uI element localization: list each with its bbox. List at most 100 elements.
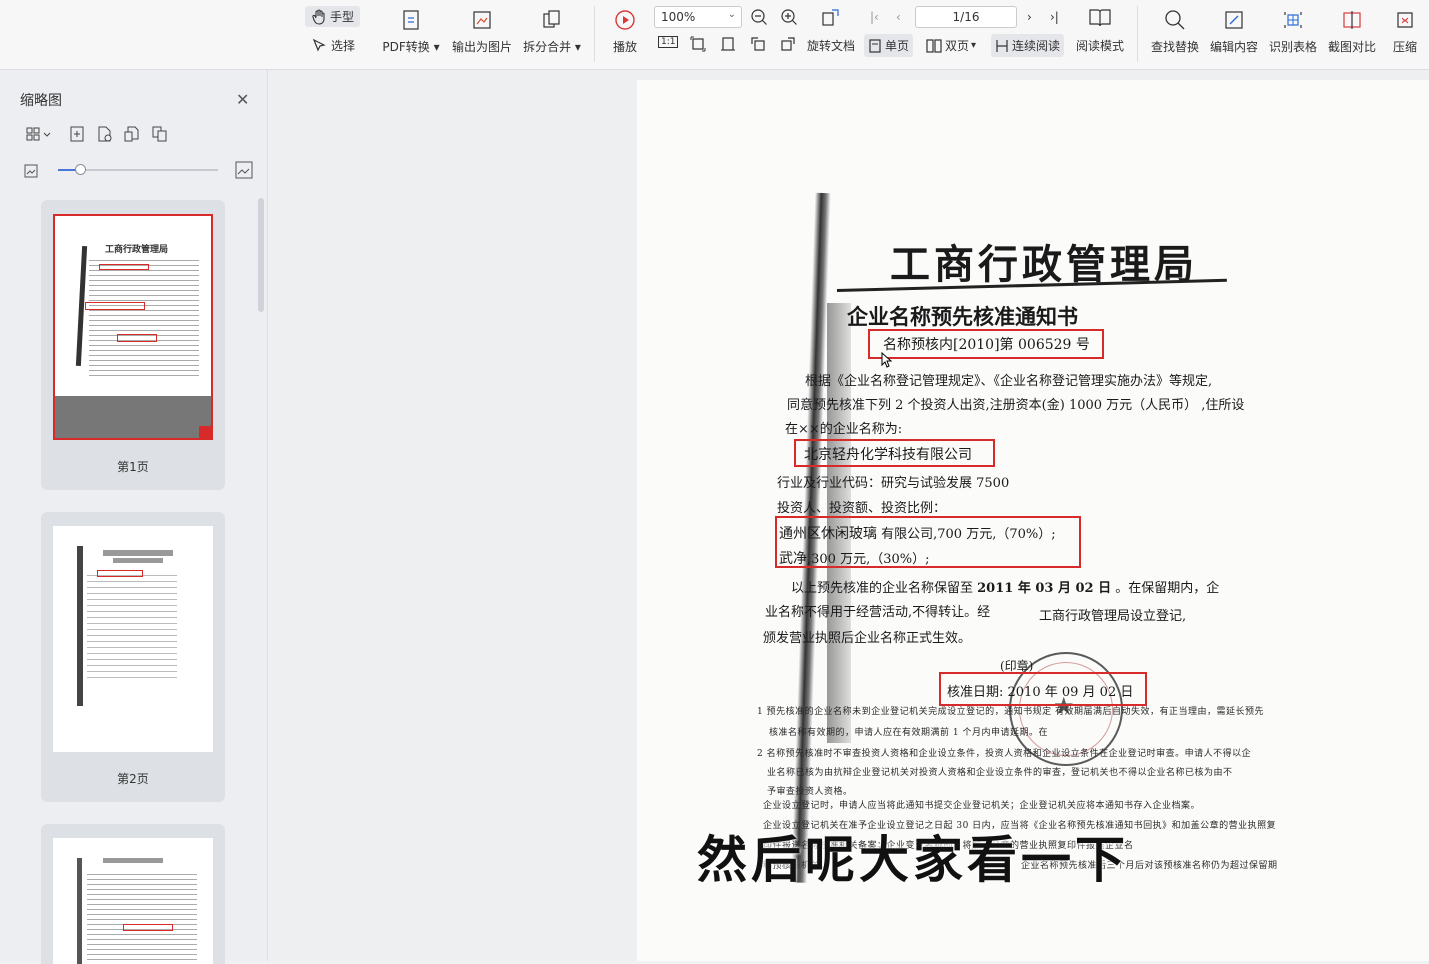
single-page-icon: [869, 38, 881, 53]
extract-page-icon: [124, 126, 139, 142]
pdf-convert-button[interactable]: PDF转换 ▾: [382, 8, 440, 55]
close-icon: ✕: [236, 90, 250, 109]
extract-page-button[interactable]: [124, 126, 140, 146]
zoom-value: 100%: [661, 10, 696, 24]
thumbnail-layout-button[interactable]: [26, 126, 52, 146]
edit-icon: [1225, 11, 1243, 29]
slider-handle[interactable]: [75, 164, 86, 175]
export-image-icon: [473, 11, 491, 29]
panel-scrollbar[interactable]: [258, 198, 264, 312]
approval-date: 核准日期: 2010 年 09 月 02 日: [947, 685, 1134, 700]
document-page: 工商行政管理局 企业名称预先核准通知书 名称预核内[2010]第 006529 …: [637, 80, 1429, 961]
note-text: 核准名称有效期的，申请人应在有效期满前 1 个月内申请延期。在: [769, 728, 1048, 738]
select-tool-label: 选择: [331, 39, 356, 53]
rotate-right-button[interactable]: [780, 36, 796, 52]
thumbnail-page-2[interactable]: 第2页: [41, 512, 225, 802]
larger-thumbnail-icon[interactable]: [235, 161, 253, 183]
compare-icon: [1343, 11, 1361, 29]
retain-text: 颁发营业执照后企业名称正式生效。: [763, 631, 972, 646]
page-number-input[interactable]: 1/16: [915, 6, 1017, 28]
fit-width-button[interactable]: [720, 36, 736, 52]
zoom-in-button[interactable]: [780, 8, 798, 26]
recognize-table-label: 识别表格: [1268, 40, 1317, 54]
rotate-left-icon: [751, 37, 765, 51]
single-page-button[interactable]: 单页: [864, 34, 914, 57]
pdf-convert-icon: [403, 10, 419, 30]
investor-1-detail: 有限公司,700 万元,（70%）;: [877, 527, 1056, 542]
pdf-convert-label: PDF转换: [382, 40, 430, 54]
panel-title: 缩略图: [20, 93, 62, 109]
actual-size-button[interactable]: 1:1: [658, 36, 679, 48]
paragraph-text: 根据《企业名称登记管理规定》、《企业名称登记管理实施办法》等规定,: [805, 374, 1213, 389]
investor-2-name: 武净: [779, 551, 807, 567]
split-merge-label: 拆分合并: [523, 40, 572, 54]
close-panel-button[interactable]: ✕: [236, 90, 249, 109]
recognize-table-button[interactable]: 识别表格: [1268, 8, 1318, 55]
replace-page-icon: [152, 126, 167, 142]
prev-page-button[interactable]: ‹: [896, 10, 901, 24]
fit-page-button[interactable]: [690, 36, 706, 52]
grid-icon: [26, 127, 51, 141]
paragraph-text: 在××的企业名称为:: [785, 422, 903, 437]
last-page-icon: ›|: [1050, 10, 1059, 24]
select-tool-button[interactable]: 选择: [311, 37, 355, 54]
company-name: 北京轻舟化学科技有限公司: [804, 447, 972, 463]
compress-icon: [1397, 12, 1413, 28]
rotate-left-button[interactable]: [750, 36, 766, 52]
rotate-page-button[interactable]: [820, 7, 842, 27]
first-page-button[interactable]: |‹: [870, 10, 879, 24]
retain-date: 2011 年 03 月 02 日: [977, 581, 1112, 596]
document-viewport[interactable]: 工商行政管理局 企业名称预先核准通知书 名称预核内[2010]第 006529 …: [269, 70, 1429, 961]
read-mode-icon-button[interactable]: [1088, 7, 1112, 29]
smaller-thumbnail-icon[interactable]: [24, 163, 38, 182]
zoom-out-button[interactable]: [750, 8, 768, 26]
next-page-button[interactable]: ›: [1027, 10, 1032, 24]
rotate-document-label: 旋转文档: [807, 39, 856, 53]
toolbar: 手型 选择 PDF转换 ▾ 输出为图片 拆分合并 ▾ 播放 100% ⌄ |‹ ‹…: [0, 0, 1429, 70]
thumbnail-page-3[interactable]: [41, 824, 225, 964]
fit-page-icon: [690, 36, 706, 52]
thumbnail-image: 工商行政管理局: [53, 214, 213, 440]
replace-page-button[interactable]: [152, 126, 168, 146]
fit-width-icon: [721, 37, 735, 51]
hand-tool-button[interactable]: 手型: [305, 6, 361, 27]
find-replace-button[interactable]: 查找替换: [1150, 8, 1200, 55]
thumbnail-label: 第1页: [117, 460, 149, 474]
note-text: 予审查投资人资格。: [767, 787, 853, 797]
book-icon: [1089, 9, 1111, 27]
zoom-in-icon: [781, 9, 797, 25]
split-merge-button[interactable]: 拆分合并 ▾: [522, 8, 582, 55]
continuous-read-button[interactable]: 连续阅读: [991, 34, 1065, 57]
insert-blank-page-button[interactable]: [70, 126, 84, 146]
document-title: 企业名称预先核准通知书: [847, 304, 1078, 329]
retain-text: 工商行政管理局设立登记,: [1039, 609, 1187, 624]
insert-file-page-button[interactable]: [97, 126, 113, 146]
actual-size-icon: 1:1: [658, 36, 679, 48]
play-icon: [615, 10, 635, 30]
find-replace-label: 查找替换: [1150, 40, 1199, 54]
last-page-button[interactable]: ›|: [1050, 10, 1059, 24]
note-text: 1 预先核准的企业名称未到企业登记机关完成设立登记的，通知书规定 有效期届满后自…: [757, 707, 1264, 717]
play-button[interactable]: 播放: [610, 8, 640, 55]
add-page-icon: [70, 126, 84, 142]
edit-content-button[interactable]: 编辑内容: [1209, 8, 1259, 55]
hand-icon: [312, 8, 325, 25]
note-text: 业名称已核为由抗辩企业登记机关对投资人资格和企业设立条件的审查，登记机关也不得以…: [767, 768, 1233, 778]
thumbnail-page-1[interactable]: 工商行政管理局 第1页: [41, 200, 225, 490]
split-merge-icon: [543, 10, 560, 28]
play-label: 播放: [612, 40, 637, 54]
read-mode-button[interactable]: 阅读模式: [1076, 37, 1124, 54]
industry-text: 行业及行业代码：研究与试验发展 7500: [777, 476, 1010, 491]
compress-button[interactable]: 压缩: [1388, 8, 1422, 55]
continuous-read-icon: [996, 39, 1008, 52]
export-image-button[interactable]: 输出为图片: [451, 8, 513, 55]
rotate-page-icon: [822, 9, 839, 26]
zoom-select[interactable]: 100% ⌄: [654, 6, 742, 28]
double-page-button[interactable]: 双页 ▾: [926, 37, 976, 54]
note-text: 企业设立登记时，申请人应当将此通知书提交企业登记机关；企业登记机关应将本通知书存…: [763, 801, 1201, 811]
thumbnail-size-slider[interactable]: [58, 164, 218, 175]
screenshot-compare-button[interactable]: 截图对比: [1327, 8, 1377, 55]
edit-content-label: 编辑内容: [1209, 40, 1258, 54]
chevron-down-icon: ⌄: [727, 9, 736, 20]
rotate-document-button[interactable]: 旋转文档: [807, 37, 855, 54]
